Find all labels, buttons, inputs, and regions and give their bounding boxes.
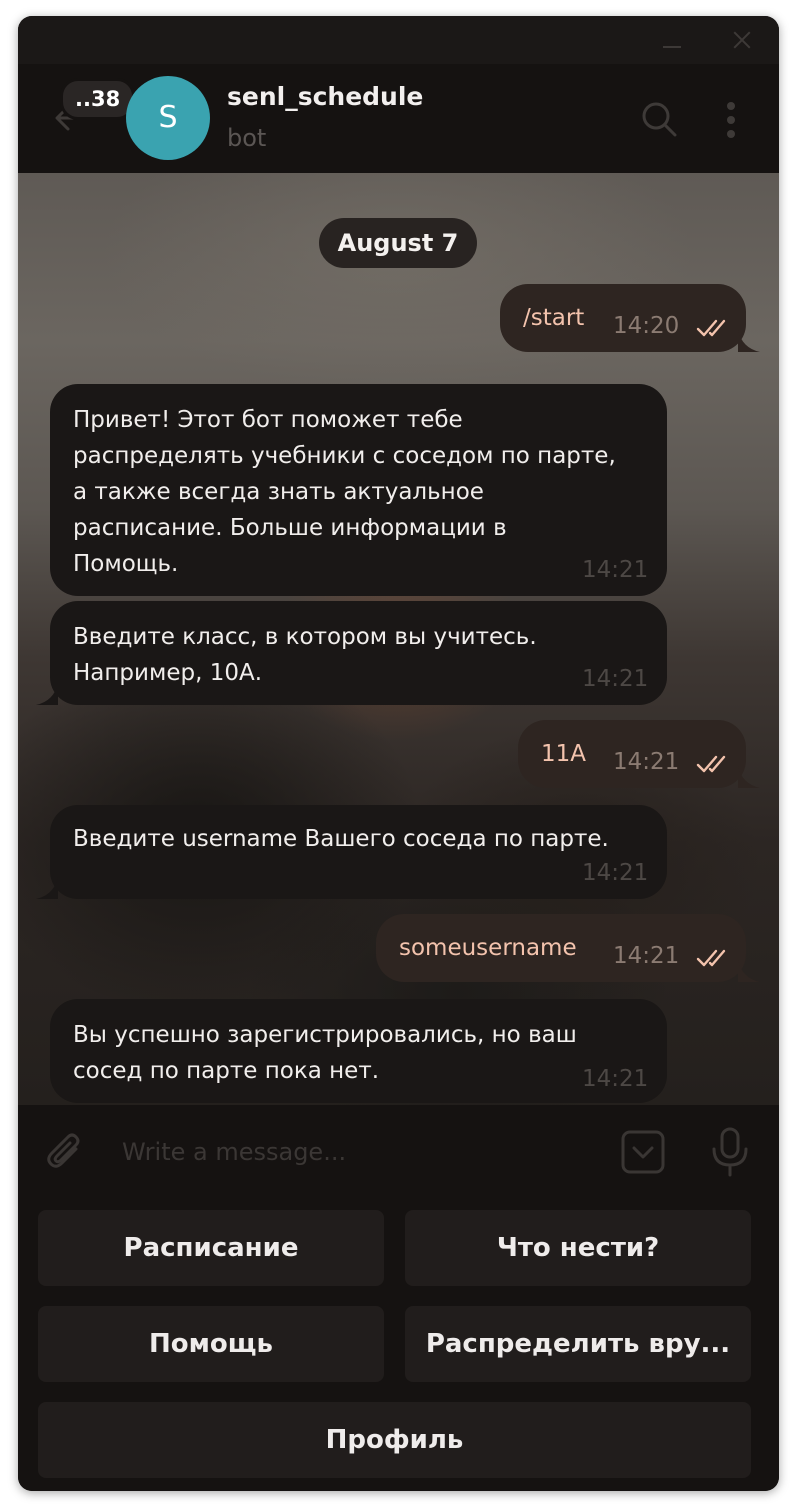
unread-count-badge: ..38 bbox=[60, 78, 136, 120]
incoming-message[interactable]: Привет! Этот бот поможет тебе распределя… bbox=[50, 384, 667, 596]
message-text: someusername bbox=[399, 935, 577, 961]
message-time: 14:21 bbox=[582, 860, 649, 886]
double-check-icon bbox=[696, 755, 726, 773]
message-text: 11А bbox=[541, 741, 587, 767]
bot-reply-keyboard: Расписание Что нести? Помощь Распределит… bbox=[18, 1199, 779, 1491]
title-bar bbox=[18, 16, 779, 64]
message-time: 14:21 bbox=[582, 557, 649, 583]
message-text: Привет! Этот бот поможет тебе распределя… bbox=[73, 407, 616, 577]
search-icon bbox=[642, 102, 677, 137]
bubble-tail bbox=[738, 330, 760, 352]
double-check-icon bbox=[696, 949, 726, 967]
message-list[interactable]: August 7 /start 14:20 Привет! Этот бот п… bbox=[18, 173, 779, 1105]
telegram-window: ..38 S senl_schedule bot August 7 /start… bbox=[18, 16, 779, 1491]
close-window-button[interactable] bbox=[718, 16, 766, 64]
chat-title[interactable]: senl_schedule bbox=[227, 82, 423, 111]
message-input[interactable] bbox=[114, 1125, 610, 1179]
composer bbox=[18, 1105, 779, 1199]
message-text: Введите username Вашего соседа по парте. bbox=[73, 826, 609, 852]
message-text: Введите класс, в котором вы учитесь. Нап… bbox=[73, 624, 537, 686]
bubble-tail bbox=[738, 766, 760, 788]
reply-button-schedule[interactable]: Расписание bbox=[38, 1210, 384, 1286]
microphone-icon bbox=[712, 1127, 748, 1177]
outgoing-message[interactable]: 11А 14:21 bbox=[518, 720, 746, 788]
message-time: 14:20 bbox=[613, 313, 680, 339]
outgoing-message[interactable]: someusername 14:21 bbox=[376, 914, 746, 982]
message-time: 14:21 bbox=[613, 943, 680, 969]
outgoing-message[interactable]: /start 14:20 bbox=[500, 284, 746, 352]
bubble-tail bbox=[738, 960, 760, 982]
incoming-message[interactable]: Вы успешно зарегистрировались, но ваш со… bbox=[50, 999, 667, 1103]
chat-status: bot bbox=[227, 124, 267, 152]
bot-keyboard-toggle[interactable] bbox=[618, 1127, 668, 1177]
minimize-button[interactable] bbox=[648, 16, 696, 64]
message-time: 14:21 bbox=[582, 666, 649, 692]
incoming-message[interactable]: Введите класс, в котором вы учитесь. Нап… bbox=[50, 601, 667, 705]
more-vertical-icon bbox=[727, 102, 735, 138]
incoming-message[interactable]: Введите username Вашего соседа по парте.… bbox=[50, 805, 667, 899]
message-text: Вы успешно зарегистрировались, но ваш со… bbox=[73, 1022, 577, 1084]
message-time: 14:21 bbox=[582, 1066, 649, 1092]
bubble-tail bbox=[36, 683, 58, 705]
date-separator: August 7 bbox=[319, 218, 477, 268]
paperclip-icon bbox=[47, 1133, 80, 1168]
voice-message-button[interactable] bbox=[708, 1125, 752, 1179]
chat-header: ..38 S senl_schedule bot bbox=[18, 64, 779, 173]
more-options-button[interactable] bbox=[716, 98, 746, 142]
message-time: 14:21 bbox=[613, 749, 680, 775]
attach-button[interactable] bbox=[42, 1129, 90, 1177]
reply-button-what-to-bring[interactable]: Что нести? bbox=[405, 1210, 751, 1286]
reply-button-help[interactable]: Помощь bbox=[38, 1306, 384, 1382]
bot-keyboard-icon bbox=[621, 1130, 665, 1174]
reply-button-profile[interactable]: Профиль bbox=[38, 1402, 751, 1478]
search-button[interactable] bbox=[638, 98, 682, 142]
message-text: /start bbox=[523, 305, 585, 331]
avatar[interactable]: S bbox=[126, 76, 210, 160]
double-check-icon bbox=[696, 319, 726, 337]
reply-button-distribute[interactable]: Распределить вру... bbox=[405, 1306, 751, 1382]
bubble-tail bbox=[36, 877, 58, 899]
